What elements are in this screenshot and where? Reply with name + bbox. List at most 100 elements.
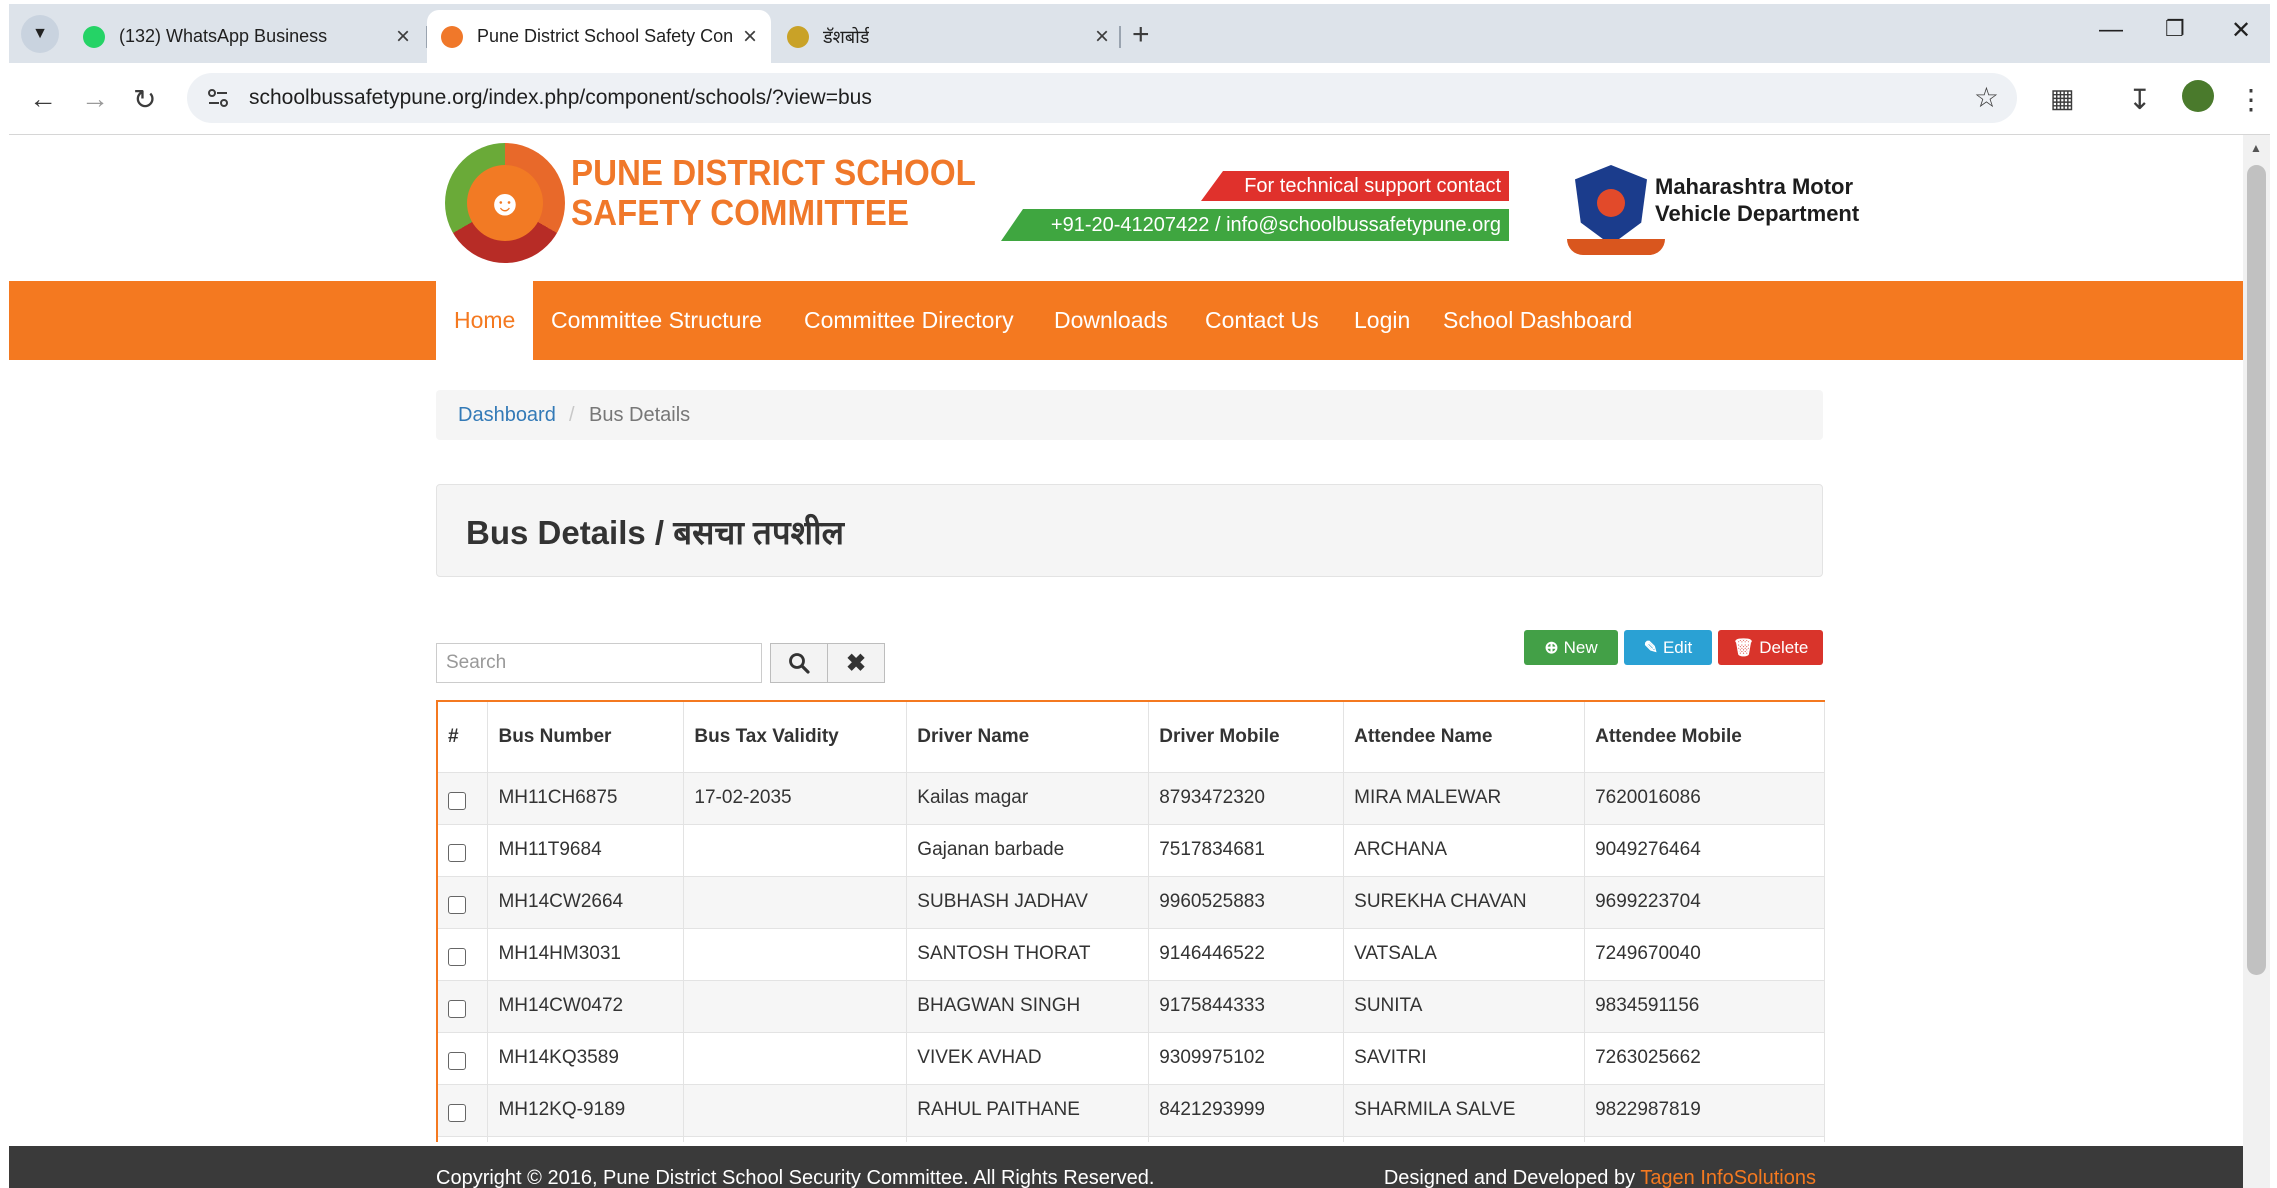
row-checkbox[interactable] [448,1104,466,1122]
reload-icon[interactable]: ↻ [133,83,156,116]
cell-bus-tax-validity [683,824,908,877]
cell-driver-mobile: 9146446522 [1148,928,1345,981]
cell-bus-tax-validity [683,1084,908,1137]
extensions-icon[interactable]: ▦ [2050,83,2075,114]
col-header-attendee-mobile: Attendee Mobile [1584,702,1825,773]
cell-driver-mobile: 9175844333 [1148,980,1345,1033]
url-text[interactable]: schoolbussafetypune.org/index.php/compon… [249,86,872,110]
clear-search-button[interactable]: ✖ [827,643,885,683]
nav-login[interactable]: Login [1354,281,1410,360]
nav-downloads[interactable]: Downloads [1054,281,1168,360]
close-window-icon[interactable]: ✕ [2231,16,2251,45]
table-row[interactable]: MH14KQ3589 VIVEK AVHAD 9309975102 SAVITR… [438,1032,1825,1085]
mmvd-ribbon [1567,239,1665,255]
delete-button-label: Delete [1759,638,1809,657]
breadcrumb-separator: / [569,404,575,426]
bookmark-star-icon[interactable]: ☆ [1974,81,1999,114]
cell-attendee-name: SUNITA [1343,980,1586,1033]
close-icon[interactable]: × [1095,23,1109,51]
minimize-icon[interactable]: — [2099,16,2123,44]
browser-toolbar: ← → ↻ schoolbussafetypune.org/index.php/… [9,63,2270,135]
table-row[interactable]: MH11T9684 Gajanan barbade 7517834681 ARC… [438,824,1825,877]
tab-dashboard[interactable]: डॅशबोर्ड × [773,10,1123,63]
cell-attendee-mobile: 9822987819 [1584,1084,1825,1137]
cell-driver-name: VIVEK AVHAD [906,1032,1150,1085]
cell-driver-mobile: 8793472320 [1148,772,1345,825]
table-row[interactable]: MH14CW0472 BHAGWAN SINGH 9175844333 SUNI… [438,980,1825,1033]
table-row[interactable]: MH14HM3031 SANTOSH THORAT 9146446522 VAT… [438,928,1825,981]
page-viewport: ☻ PUNE DISTRICT SCHOOL SAFETY COMMITTEE … [9,135,2243,1188]
delete-button[interactable]: 🗑 Delete [1718,630,1823,665]
cell-attendee-mobile: 7249670040 [1584,928,1825,981]
tab-divider [1119,26,1121,48]
nav-committee-directory[interactable]: Committee Directory [804,281,1014,360]
dashboard-favicon [787,25,809,48]
more-menu-icon[interactable]: ⋮ [2237,83,2265,116]
cell-bus-number: MH14CW0472 [487,980,685,1033]
new-button[interactable]: ⊕ New [1524,630,1618,665]
page-scrollbar[interactable]: ▲ [2243,135,2270,1188]
whatsapp-icon [83,25,105,48]
restore-icon[interactable]: ❐ [2165,16,2185,42]
cell-bus-number: MH14HM3031 [487,928,685,981]
search-button[interactable] [770,643,828,683]
org-name-line2: SAFETY COMMITTEE [571,192,909,233]
mmvd-name: Maharashtra Motor Vehicle Department [1655,173,1859,227]
site-favicon [441,25,463,48]
address-bar[interactable]: schoolbussafetypune.org/index.php/compon… [187,73,2017,123]
profile-avatar[interactable] [2182,80,2214,112]
nav-home[interactable]: Home [436,281,534,360]
search-input[interactable] [436,643,762,683]
tab-strip: ▼ (132) WhatsApp Business × Pune Distric… [9,4,2270,63]
cell-bus-number: MH14KQ3589 [487,1032,685,1085]
tab-search-button[interactable]: ▼ [21,15,59,53]
main-nav: Home Committee Structure Committee Direc… [9,281,2243,360]
row-checkbox[interactable] [448,792,466,810]
table-row[interactable]: MH14CW2664 SUBHASH JADHAV 9960525883 SUR… [438,876,1825,929]
row-checkbox[interactable] [448,896,466,914]
cell-bus-tax-validity: 17-02-2035 [683,772,908,825]
forward-arrow-icon[interactable]: → [81,83,109,115]
tab-whatsapp[interactable]: (132) WhatsApp Business × [69,10,424,63]
cell-attendee-mobile: 9049276464 [1584,824,1825,877]
nav-school-dashboard[interactable]: School Dashboard [1443,281,1632,360]
cell-driver-mobile: 8421293999 [1148,1084,1345,1137]
nav-contact-us[interactable]: Contact Us [1205,281,1319,360]
new-tab-button[interactable]: + [1132,18,1150,52]
edit-button[interactable]: ✎ Edit [1624,630,1712,665]
title-panel: Bus Details / बसचा तपशील [436,484,1823,577]
scroll-up-icon[interactable]: ▲ [2250,141,2262,155]
site-settings-icon[interactable] [205,85,231,111]
cell-bus-tax-validity [683,876,908,929]
col-header-bus-number: Bus Number [487,702,685,773]
people-icon: ☻ [467,165,543,241]
scrollbar-thumb[interactable] [2247,165,2266,975]
table-row[interactable]: MH11CH6875 17-02-2035 Kailas magar 87934… [438,772,1825,825]
row-checkbox[interactable] [448,1000,466,1018]
cell-bus-tax-validity [683,980,908,1033]
browser-window: ▼ (132) WhatsApp Business × Pune Distric… [9,4,2270,1188]
bus-table-container: # Bus Number Bus Tax Validity Driver Nam… [436,700,1825,1142]
breadcrumb-dashboard-link[interactable]: Dashboard [458,390,556,440]
committee-logo[interactable]: ☻ [445,143,565,263]
col-header-index: # [438,702,489,773]
bus-table: # Bus Number Bus Tax Validity Driver Nam… [438,702,1825,1142]
support-contact: +91-20-41207422 / info@schoolbussafetypu… [1001,209,1509,241]
nav-committee-structure[interactable]: Committee Structure [551,281,762,360]
close-icon[interactable]: × [396,23,410,51]
row-checkbox[interactable] [448,948,466,966]
tab-pune-safety[interactable]: Pune District School Safety Con × [427,10,771,63]
row-checkbox[interactable] [448,1052,466,1070]
row-checkbox[interactable] [448,844,466,862]
cell-driver-name: SANTOSH THORAT [906,928,1150,981]
cell-bus-number: MH11CH6875 [487,772,685,825]
download-icon[interactable]: ↧ [2128,83,2151,116]
cell-attendee-mobile: 7263025662 [1584,1032,1825,1085]
site-header: ☻ PUNE DISTRICT SCHOOL SAFETY COMMITTEE … [9,135,2243,281]
plus-circle-icon: ⊕ [1544,638,1559,657]
back-arrow-icon[interactable]: ← [29,83,57,115]
table-row[interactable]: MH12KQ-9189 RAHUL PAITHANE 8421293999 SH… [438,1084,1825,1137]
close-icon[interactable]: × [743,23,757,51]
cell-attendee-name: ARCHANA [1343,824,1586,877]
developer-link[interactable]: Tagen InfoSolutions [1640,1167,1816,1188]
